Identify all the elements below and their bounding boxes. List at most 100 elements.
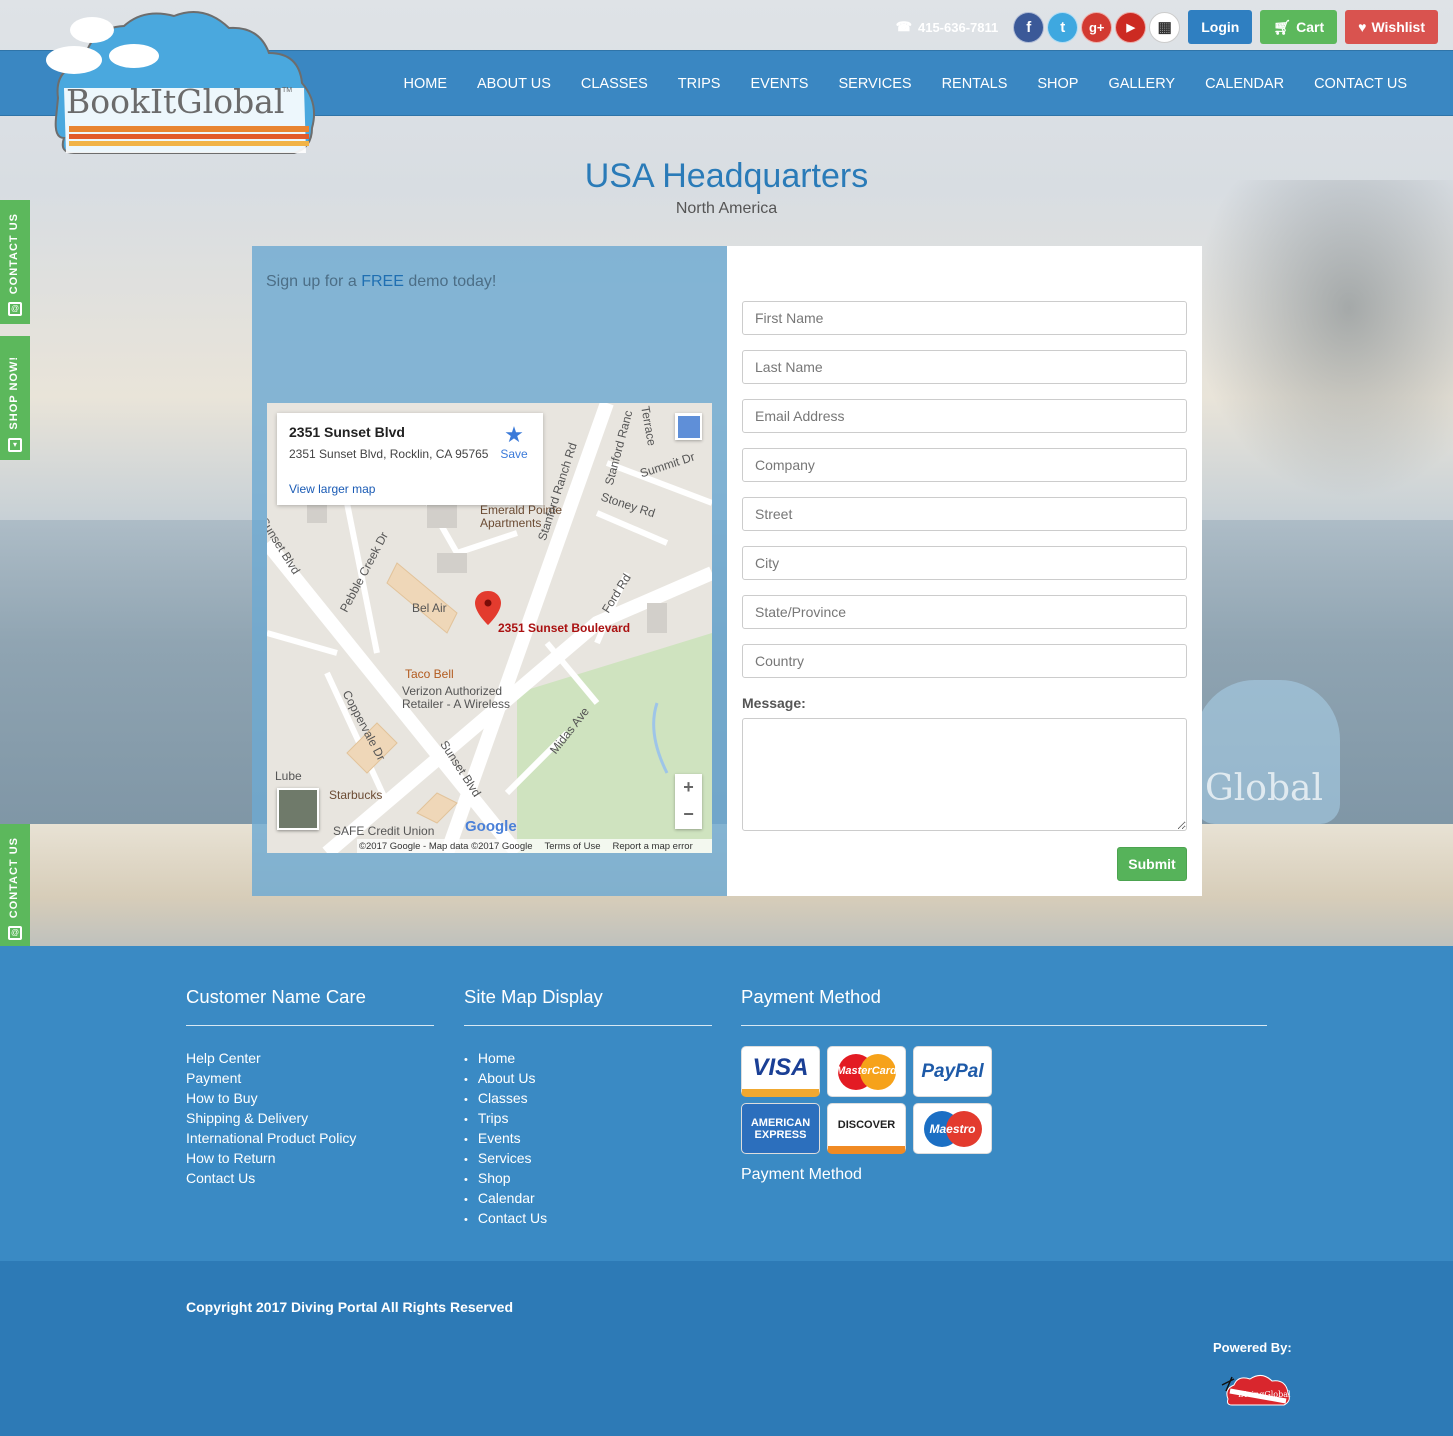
footer-col2-title: Site Map Display — [464, 986, 712, 1026]
youtube-icon[interactable]: ▶ — [1115, 11, 1147, 43]
heart-icon: ♥ — [1358, 19, 1367, 35]
phone-number[interactable]: ☎ 415-636-7811 — [896, 19, 998, 35]
nav-contact-us[interactable]: CONTACT US — [1299, 76, 1422, 92]
map-data-credit: ©2017 Google - Map data ©2017 Google — [359, 840, 533, 852]
watermark-logo: Global — [1195, 680, 1340, 824]
map-card-address: 2351 Sunset Blvd, Rocklin, CA 95765 — [289, 447, 489, 461]
cart-icon: 🛒︎ — [1273, 18, 1292, 35]
map-label-credit-union: SAFE Credit Union — [333, 824, 435, 838]
map-footer: ©2017 Google - Map data ©2017 Google Ter… — [357, 839, 712, 853]
maestro-card-icon: Maestro — [913, 1103, 992, 1154]
message-textarea[interactable] — [742, 718, 1187, 831]
nav-events[interactable]: EVENTS — [735, 76, 823, 92]
map-label-lube: Lube — [275, 769, 302, 783]
powered-by-label: Powered By: — [1213, 1340, 1292, 1355]
nav-shop[interactable]: SHOP — [1022, 76, 1093, 92]
cart-icon: ▾ — [8, 438, 22, 452]
footer-link-how-to-return[interactable]: How to Return — [186, 1148, 434, 1168]
customer-care-links: Help Center Payment How to Buy Shipping … — [186, 1048, 434, 1188]
signup-prefix: Sign up for a — [266, 273, 357, 290]
zoom-out-button[interactable]: − — [675, 801, 702, 828]
shop-icon[interactable]: ▦ — [1149, 11, 1181, 43]
nav-rentals[interactable]: RENTALS — [927, 76, 1023, 92]
first-name-field[interactable] — [742, 301, 1187, 335]
sitemap-link-services[interactable]: Services — [464, 1148, 712, 1168]
satellite-toggle[interactable] — [277, 788, 319, 830]
visa-card-icon: VISA — [741, 1046, 820, 1097]
footer-link-help-center[interactable]: Help Center — [186, 1048, 434, 1068]
contact-us-side-tab-2[interactable]: CONTACT US @ — [0, 824, 30, 948]
nav-gallery[interactable]: GALLERY — [1093, 76, 1190, 92]
email-field[interactable] — [742, 399, 1187, 433]
nav-home[interactable]: HOME — [389, 76, 463, 92]
sitemap-link-about-us[interactable]: About Us — [464, 1068, 712, 1088]
map-report-link[interactable]: Report a map error — [612, 841, 692, 852]
nav-about-us[interactable]: ABOUT US — [462, 76, 566, 92]
last-name-field[interactable] — [742, 350, 1187, 384]
map-label-bel-air: Bel Air — [412, 601, 447, 615]
street-view-pegman-icon[interactable] — [675, 413, 702, 440]
signup-heading: Sign up for a FREE demo today! — [266, 273, 496, 291]
cart-button[interactable]: 🛒︎ Cart — [1260, 10, 1338, 44]
payment-cards: VISA MasterCard PayPal AMERICAN EXPRESS … — [741, 1046, 1267, 1154]
street-field[interactable] — [742, 497, 1187, 531]
map-save-label: Save — [500, 447, 528, 461]
login-label: Login — [1201, 19, 1240, 35]
footer: Customer Name Care Help Center Payment H… — [0, 946, 1453, 1261]
nav-classes[interactable]: CLASSES — [566, 76, 663, 92]
google-map[interactable]: Emerald Pointe Apartments Bel Air 2351 S… — [267, 403, 712, 853]
sitemap-link-trips[interactable]: Trips — [464, 1108, 712, 1128]
zoom-in-button[interactable]: + — [675, 774, 702, 801]
powered-logo-text: DivingGlobal — [1238, 1390, 1291, 1399]
login-button[interactable]: Login — [1188, 10, 1253, 44]
sitemap-link-calendar[interactable]: Calendar — [464, 1188, 712, 1208]
company-field[interactable] — [742, 448, 1187, 482]
city-field[interactable] — [742, 546, 1187, 580]
discover-text: DISCOVER — [837, 1119, 896, 1131]
map-save-button[interactable]: ★ Save — [499, 422, 529, 462]
at-icon: @ — [8, 926, 22, 940]
facebook-icon[interactable]: f — [1013, 11, 1045, 43]
divingglobal-logo[interactable]: DivingGlobal — [1220, 1371, 1294, 1407]
copyright-text: Copyright 2017 Diving Portal All Rights … — [186, 1299, 514, 1315]
sitemap-link-events[interactable]: Events — [464, 1128, 712, 1148]
shop-now-side-tab[interactable]: SHOP NOW! ▾ — [0, 336, 30, 460]
bookitglobal-logo[interactable]: BookItGlobal TM — [44, 8, 319, 158]
message-label: Message: — [742, 695, 806, 711]
footer-link-payment[interactable]: Payment — [186, 1068, 434, 1088]
view-larger-map-link[interactable]: View larger map — [289, 482, 375, 496]
sitemap-link-shop[interactable]: Shop — [464, 1168, 712, 1188]
twitter-icon[interactable]: t — [1047, 11, 1079, 43]
signup-suffix: demo today! — [408, 273, 497, 290]
state-field[interactable] — [742, 595, 1187, 629]
at-icon: @ — [8, 302, 22, 316]
footer-link-how-to-buy[interactable]: How to Buy — [186, 1088, 434, 1108]
footer-link-contact-us[interactable]: Contact Us — [186, 1168, 434, 1188]
country-field[interactable] — [742, 644, 1187, 678]
sitemap-link-contact-us[interactable]: Contact Us — [464, 1208, 712, 1228]
nav-trips[interactable]: TRIPS — [663, 76, 736, 92]
map-label-emerald-2: Apartments — [480, 516, 542, 530]
wishlist-label: Wishlist — [1371, 19, 1425, 35]
sitemap-link-classes[interactable]: Classes — [464, 1088, 712, 1108]
nav-calendar[interactable]: CALENDAR — [1190, 76, 1299, 92]
submit-button[interactable]: Submit — [1117, 847, 1187, 881]
star-icon: ★ — [504, 422, 524, 447]
footer-link-shipping[interactable]: Shipping & Delivery — [186, 1108, 434, 1128]
footer-link-intl-policy[interactable]: International Product Policy — [186, 1128, 434, 1148]
visa-text: VISA — [752, 1054, 809, 1081]
google-plus-icon[interactable]: g+ — [1081, 11, 1113, 43]
nav-services[interactable]: SERVICES — [823, 76, 926, 92]
map-info-card: 2351 Sunset Blvd 2351 Sunset Blvd, Rockl… — [277, 413, 543, 505]
phone-icon: ☎ — [895, 19, 912, 34]
bottom-bar: Copyright 2017 Diving Portal All Rights … — [0, 1261, 1453, 1436]
footer-col3-title: Payment Method — [741, 986, 1267, 1026]
signup-panel: Sign up for a FREE demo today! Emerald P… — [252, 246, 727, 896]
map-pin-label: 2351 Sunset Boulevard — [498, 621, 631, 635]
wishlist-button[interactable]: ♥ Wishlist — [1345, 10, 1438, 44]
contact-us-side-tab[interactable]: CONTACT US @ — [0, 200, 30, 324]
signup-form: Message: Submit — [727, 246, 1202, 896]
sitemap-link-home[interactable]: Home — [464, 1048, 712, 1068]
palm-trees-background — [1193, 180, 1453, 500]
map-terms-link[interactable]: Terms of Use — [545, 841, 601, 852]
